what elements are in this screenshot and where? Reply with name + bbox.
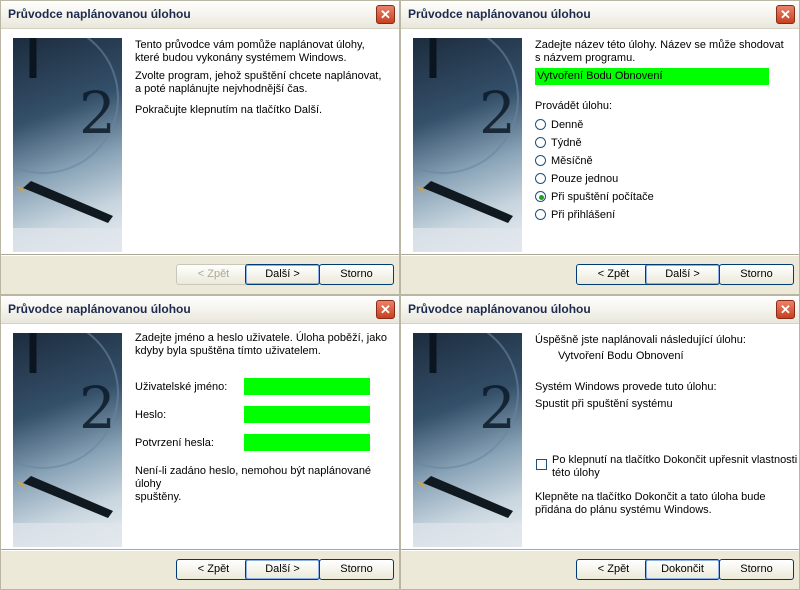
note-line: spuštěny. xyxy=(135,491,182,503)
prompt-line: s názvem programu. xyxy=(535,52,636,64)
prompt-line: Zadejte název této úlohy. Název se může … xyxy=(535,39,784,51)
password-note: Není-li zadáno heslo, nemohou být naplán… xyxy=(135,465,399,504)
cancel-button[interactable]: Storno xyxy=(719,264,794,285)
wizard-content: 2 Tento průvodce vám pomůže naplánovat ú… xyxy=(1,29,399,254)
radio-circle-icon[interactable] xyxy=(535,119,546,130)
wizard-content: 2 Zadejte název této úlohy. Název se můž… xyxy=(401,29,799,254)
task-name-prompt: Zadejte název této úlohy. Název se může … xyxy=(535,39,784,65)
schedule-text: Spustit při spuštění systému xyxy=(535,398,673,410)
windows-will-text: Systém Windows provede tuto úlohu: xyxy=(535,381,717,393)
choose-line: a poté naplánujte nejvhodnější čas. xyxy=(135,83,308,95)
wizard-content: 2 Úspěšně jste naplánovali následující ú… xyxy=(401,324,799,549)
radio-circle-icon[interactable] xyxy=(535,173,546,184)
back-button[interactable]: < Zpět xyxy=(576,559,651,580)
separator xyxy=(1,254,399,256)
advanced-properties-checkbox[interactable] xyxy=(536,459,547,470)
radio-label: Při přihlášení xyxy=(551,209,616,221)
success-text: Úspěšně jste naplánovali následující úlo… xyxy=(535,334,746,346)
wizard-clock-pen-image: 2 xyxy=(13,38,122,252)
intro-line: které budou vykonány systémem Windows. xyxy=(135,52,347,64)
finish-button[interactable]: Dokončit xyxy=(645,559,720,580)
close-icon[interactable]: ✕ xyxy=(776,300,795,319)
radio-label: Pouze jednou xyxy=(551,173,619,185)
separator xyxy=(401,549,799,551)
svg-text:2: 2 xyxy=(79,374,116,442)
credentials-prompt: Zadejte jméno a heslo uživatele. Úloha p… xyxy=(135,332,387,358)
perform-task-label: Provádět úlohu: xyxy=(535,100,613,112)
next-button[interactable]: Další > xyxy=(645,264,720,285)
title-bar[interactable]: Průvodce naplánovanou úlohou ✕ xyxy=(1,296,399,324)
wizard-content: 2 Zadejte jméno a heslo uživatele. Úloha… xyxy=(1,324,399,549)
confirm-password-label: Potvrzení hesla: xyxy=(135,437,214,449)
choose-line: Zvolte program, jehož spuštění chcete na… xyxy=(135,70,382,82)
close-icon[interactable]: ✕ xyxy=(776,5,795,24)
wizard-clock-pen-image: 2 xyxy=(413,38,522,252)
scheduled-task-name: Vytvoření Bodu Obnovení xyxy=(558,350,684,362)
window-title: Průvodce naplánovanou úlohou xyxy=(8,7,191,21)
window-title: Průvodce naplánovanou úlohou xyxy=(408,302,591,316)
title-bar[interactable]: Průvodce naplánovanou úlohou ✕ xyxy=(401,296,799,324)
intro-text: Tento průvodce vám pomůže naplánovat úlo… xyxy=(135,39,365,65)
back-button[interactable]: < Zpět xyxy=(176,264,251,285)
finish-note-line: přidána do plánu systému Windows. xyxy=(535,504,712,516)
task-name-value: Vytvoření Bodu Obnovení xyxy=(537,70,663,82)
radio-circle-icon[interactable] xyxy=(535,155,546,166)
prompt-line: kdyby byla spuštěna tímto uživatelem. xyxy=(135,345,321,357)
back-button[interactable]: < Zpět xyxy=(576,264,651,285)
title-bar[interactable]: Průvodce naplánovanou úlohou ✕ xyxy=(1,1,399,29)
radio-circle-icon[interactable] xyxy=(535,191,546,202)
task-name-input[interactable]: Vytvoření Bodu Obnovení xyxy=(535,68,769,85)
close-icon[interactable]: ✕ xyxy=(376,5,395,24)
note-line: Není-li zadáno heslo, nemohou být naplán… xyxy=(135,465,372,490)
svg-text:2: 2 xyxy=(479,79,516,147)
checkbox-label-line: Po klepnutí na tlačítko Dokončit upřesni… xyxy=(552,454,798,466)
password-input[interactable] xyxy=(244,406,370,423)
svg-text:2: 2 xyxy=(79,79,116,147)
radio-circle-icon[interactable] xyxy=(535,209,546,220)
cancel-button[interactable]: Storno xyxy=(319,264,394,285)
finish-note: Klepněte na tlačítko Dokončit a tato úlo… xyxy=(535,491,766,517)
radio-label: Denně xyxy=(551,119,584,131)
radio-selected-dot xyxy=(539,195,544,200)
continue-text: Pokračujte klepnutím na tlačítko Další. xyxy=(135,104,323,116)
intro-line: Tento průvodce vám pomůže naplánovat úlo… xyxy=(135,39,365,51)
finish-note-line: Klepněte na tlačítko Dokončit a tato úlo… xyxy=(535,491,766,503)
wizard-window-welcome: Průvodce naplánovanou úlohou ✕ 2 Tento p… xyxy=(0,0,400,295)
password-label: Heslo: xyxy=(135,409,167,421)
next-button[interactable]: Další > xyxy=(245,264,320,285)
cancel-button[interactable]: Storno xyxy=(719,559,794,580)
prompt-line: Zadejte jméno a heslo uživatele. Úloha p… xyxy=(135,332,387,344)
radio-circle-icon[interactable] xyxy=(535,137,546,148)
checkbox-label-line: této úlohy xyxy=(552,467,600,479)
window-title: Průvodce naplánovanou úlohou xyxy=(8,302,191,316)
separator xyxy=(1,549,399,551)
wizard-window-finish: Průvodce naplánovanou úlohou ✕ 2 Úspěšně… xyxy=(400,295,800,590)
wizard-window-task-name: Průvodce naplánovanou úlohou ✕ 2 Zadejte… xyxy=(400,0,800,295)
advanced-properties-label: Po klepnutí na tlačítko Dokončit upřesni… xyxy=(552,454,797,480)
choose-program-text: Zvolte program, jehož spuštění chcete na… xyxy=(135,70,381,96)
svg-text:2: 2 xyxy=(479,374,516,442)
radio-label: Při spuštění počítače xyxy=(551,191,654,203)
wizard-clock-pen-image: 2 xyxy=(13,333,122,547)
radio-label: Týdně xyxy=(551,137,582,149)
username-input[interactable] xyxy=(244,378,370,395)
close-icon[interactable]: ✕ xyxy=(376,300,395,319)
title-bar[interactable]: Průvodce naplánovanou úlohou ✕ xyxy=(401,1,799,29)
next-button[interactable]: Další > xyxy=(245,559,320,580)
radio-label: Měsíčně xyxy=(551,155,593,167)
cancel-button[interactable]: Storno xyxy=(319,559,394,580)
separator xyxy=(401,254,799,256)
wizard-window-credentials: Průvodce naplánovanou úlohou ✕ 2 Zadejte… xyxy=(0,295,400,590)
back-button[interactable]: < Zpět xyxy=(176,559,251,580)
window-title: Průvodce naplánovanou úlohou xyxy=(408,7,591,21)
wizard-clock-pen-image: 2 xyxy=(413,333,522,547)
confirm-password-input[interactable] xyxy=(244,434,370,451)
username-label: Uživatelské jméno: xyxy=(135,381,228,393)
